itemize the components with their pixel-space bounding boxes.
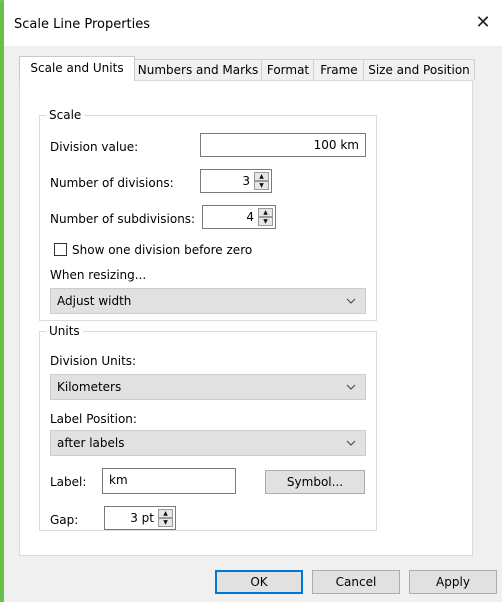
units-group: Units Division Units: Kilometers Label P…: [39, 324, 377, 531]
label-position-label: Label Position:: [50, 412, 137, 426]
close-icon[interactable]: ✕: [472, 12, 494, 34]
tab-scale-and-units[interactable]: Scale and Units: [19, 56, 135, 81]
num-subdivisions-value: 4: [246, 210, 254, 224]
spinner-up-icon[interactable]: ▲: [158, 509, 173, 518]
units-group-title: Units: [46, 324, 83, 338]
show-one-division-checkbox[interactable]: [54, 243, 67, 256]
tab-size-and-position[interactable]: Size and Position: [363, 59, 475, 80]
division-units-dropdown[interactable]: Kilometers: [50, 374, 366, 400]
tab-numbers-and-marks[interactable]: Numbers and Marks: [133, 59, 263, 80]
scale-group: Scale Division value: 100 km Number of d…: [39, 108, 377, 321]
spinner-down-icon[interactable]: ▼: [254, 181, 269, 190]
num-divisions-label: Number of divisions:: [50, 176, 174, 190]
when-resizing-dropdown[interactable]: Adjust width: [50, 288, 366, 314]
label-field-label: Label:: [50, 475, 87, 489]
num-divisions-stepper[interactable]: 3 ▲ ▼: [200, 169, 272, 193]
label-field[interactable]: km: [102, 468, 236, 494]
chevron-down-icon: [346, 384, 356, 390]
chevron-down-icon: [346, 440, 356, 446]
gap-value: 3 pt: [130, 511, 154, 525]
chevron-down-icon: [346, 298, 356, 304]
when-resizing-value: Adjust width: [57, 294, 132, 308]
spinner-down-icon[interactable]: ▼: [158, 518, 173, 527]
title-bar[interactable]: Scale Line Properties ✕: [4, 0, 502, 46]
num-subdivisions-label: Number of subdivisions:: [50, 212, 196, 226]
num-divisions-value: 3: [242, 174, 250, 188]
dialog-window: Scale Line Properties ✕ Scale and Units …: [0, 0, 502, 602]
when-resizing-label: When resizing...: [50, 268, 147, 282]
spinner-down-icon[interactable]: ▼: [258, 217, 273, 226]
spinner-up-icon[interactable]: ▲: [258, 208, 273, 217]
division-units-label: Division Units:: [50, 354, 137, 368]
gap-label: Gap:: [50, 513, 79, 527]
symbol-button[interactable]: Symbol...: [265, 470, 365, 494]
apply-button[interactable]: Apply: [409, 570, 497, 594]
show-one-division-label[interactable]: Show one division before zero: [72, 243, 252, 257]
label-position-value: after labels: [57, 436, 125, 450]
label-position-dropdown[interactable]: after labels: [50, 430, 366, 456]
division-units-value: Kilometers: [57, 380, 122, 394]
scale-group-title: Scale: [46, 108, 85, 122]
cancel-button[interactable]: Cancel: [312, 570, 400, 594]
spinner-up-icon[interactable]: ▲: [254, 172, 269, 181]
tab-page-scale-and-units: Scale Division value: 100 km Number of d…: [19, 80, 473, 556]
tab-format[interactable]: Format: [261, 59, 315, 80]
ok-button[interactable]: OK: [215, 570, 303, 594]
dialog-title: Scale Line Properties: [14, 17, 151, 32]
division-value-label: Division value:: [50, 140, 139, 154]
gap-stepper[interactable]: 3 pt ▲ ▼: [104, 506, 176, 530]
division-value-field[interactable]: 100 km: [200, 133, 366, 157]
tab-frame[interactable]: Frame: [313, 59, 365, 80]
num-subdivisions-stepper[interactable]: 4 ▲ ▼: [202, 205, 276, 229]
